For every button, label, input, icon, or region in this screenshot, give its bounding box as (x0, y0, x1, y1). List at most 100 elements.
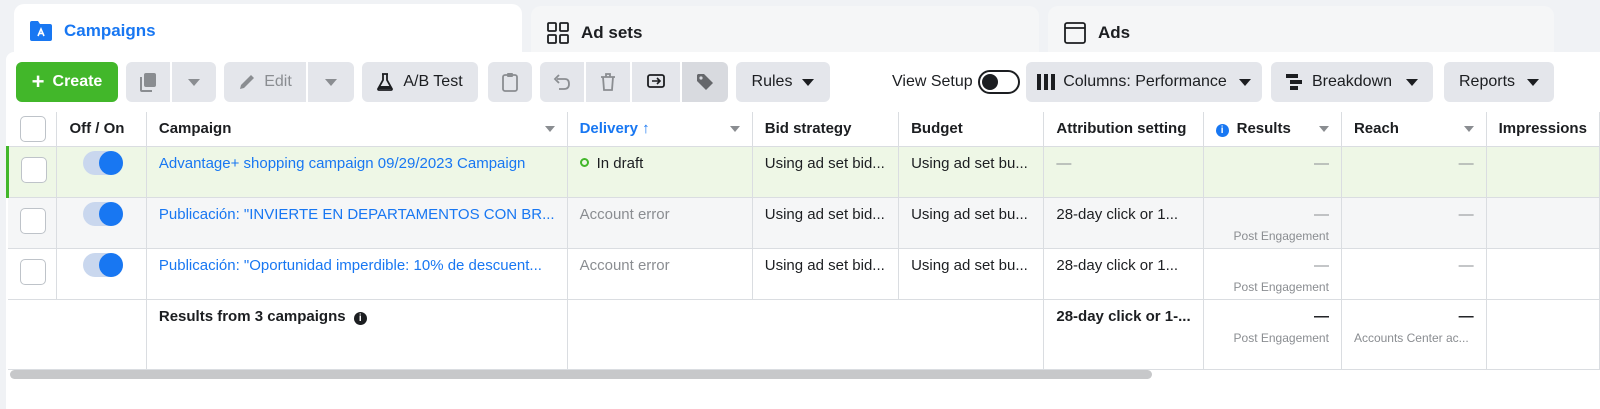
tab-label: Ads (1098, 23, 1131, 42)
header-results[interactable]: i Results (1203, 112, 1342, 147)
chevron-down-icon[interactable] (1463, 126, 1474, 132)
results-sub: Post Engagement (1233, 280, 1329, 294)
grid-icon (545, 20, 571, 46)
summary-label: Results from 3 campaigns (158, 308, 346, 325)
row-checkbox[interactable] (21, 157, 47, 183)
row-checkbox[interactable] (19, 259, 46, 285)
info-icon: i (353, 312, 367, 325)
reach-cell: — (1341, 197, 1487, 249)
horizontal-scrollbar[interactable] (10, 370, 1152, 379)
columns-button[interactable]: Columns: Performance (1026, 62, 1262, 102)
view-setup-label: View Setup (892, 73, 973, 90)
delete-button[interactable] (586, 62, 630, 102)
delivery-cell: In draft (567, 146, 753, 198)
chevron-down-icon[interactable] (1318, 126, 1329, 132)
pencil-icon (240, 75, 255, 89)
chevron-down-icon[interactable] (544, 126, 555, 132)
attribution-cell: 28-day click or 1... (1043, 248, 1204, 300)
summary-reach-sub: Accounts Center ac... (1353, 331, 1469, 345)
campaigns-table: Off / On Campaign Delivery ↑ Bid strateg… (5, 112, 1600, 370)
row-select-cell (7, 197, 58, 249)
impressions-cell (1486, 248, 1600, 300)
attribution-cell: 28-day click or 1... (1043, 197, 1204, 249)
tag-button[interactable] (682, 62, 728, 102)
view-setup-toggle[interactable] (978, 70, 1020, 94)
summary-empty-cell (7, 299, 57, 370)
columns-icon (1037, 74, 1056, 90)
summary-row: Results from 3 campaigns i 28-day click … (7, 299, 1600, 370)
preview-swap-icon (647, 74, 665, 88)
rules-button[interactable]: Rules (736, 62, 830, 102)
bid-strategy-cell: Using ad set bid... (752, 248, 900, 300)
reports-label: Reports (1458, 73, 1516, 90)
results-value: — (1313, 257, 1329, 274)
tab-campaigns[interactable]: Campaigns (14, 4, 522, 58)
campaigns-panel: + Create Edit A/B Test Rules View Setup … (5, 52, 1600, 409)
flask-icon (377, 73, 394, 91)
duplicate-dropdown-button[interactable] (172, 62, 216, 102)
create-label: Create (52, 73, 103, 90)
header-attribution[interactable]: Attribution setting (1043, 112, 1204, 147)
row-toggle-cell (56, 197, 147, 249)
header-off-on[interactable]: Off / On (56, 112, 147, 147)
campaign-name-link[interactable]: Advantage+ shopping campaign 09/29/2023 … (146, 146, 568, 198)
table-row[interactable]: Publicación: "Oportunidad imperdible: 10… (7, 248, 1600, 300)
delivery-status: Account error (567, 197, 753, 249)
preview-button[interactable] (632, 62, 680, 102)
reach-cell: — (1341, 146, 1487, 198)
summary-reach-cell: — Accounts Center ac... (1341, 299, 1487, 370)
header-label: Results (1236, 120, 1291, 137)
campaign-name-link[interactable]: Publicación: "Oportunidad imperdible: 10… (146, 248, 568, 300)
summary-results-value: — (1313, 308, 1329, 325)
edit-button[interactable]: Edit (224, 62, 306, 102)
header-campaign[interactable]: Campaign (146, 112, 568, 147)
undo-button[interactable] (540, 62, 584, 102)
header-delivery[interactable]: Delivery ↑ (567, 112, 753, 147)
duplicate-button[interactable] (126, 62, 170, 102)
table-row[interactable]: Advantage+ shopping campaign 09/29/2023 … (5, 146, 1600, 198)
columns-label: Columns: Performance (1063, 73, 1227, 90)
tab-label: Ad sets (581, 23, 643, 42)
breakdown-button[interactable]: Breakdown (1271, 62, 1433, 102)
impressions-cell (1486, 197, 1600, 249)
campaign-toggle[interactable] (83, 253, 124, 277)
row-select-cell (5, 146, 58, 198)
clipboard-button[interactable] (488, 62, 532, 102)
table-row[interactable]: Publicación: "INVIERTE EN DEPARTAMENTOS … (7, 197, 1600, 249)
campaign-name-link[interactable]: Publicación: "INVIERTE EN DEPARTAMENTOS … (146, 197, 568, 249)
select-all-checkbox[interactable] (19, 116, 46, 142)
reports-button[interactable]: Reports (1444, 62, 1554, 102)
create-button[interactable]: + Create (16, 62, 118, 102)
chevron-down-icon (325, 78, 337, 86)
header-reach[interactable]: Reach (1341, 112, 1487, 147)
campaign-toggle[interactable] (83, 151, 124, 175)
edit-dropdown-button[interactable] (308, 62, 354, 102)
header-label: Campaign (158, 120, 232, 137)
header-budget[interactable]: Budget (898, 112, 1045, 147)
info-icon: i (1215, 124, 1229, 137)
folder-icon (28, 18, 54, 44)
chevron-down-icon (1527, 78, 1540, 86)
toolbar: + Create Edit A/B Test Rules View Setup … (16, 62, 1600, 102)
chevron-down-icon[interactable] (729, 126, 740, 132)
results-cell: — Post Engagement (1203, 248, 1342, 300)
chevron-down-icon (1406, 78, 1419, 86)
breakdown-label: Breakdown (1311, 73, 1393, 90)
campaign-toggle[interactable] (83, 202, 124, 226)
header-bid-strategy[interactable]: Bid strategy (752, 112, 900, 147)
reach-cell: — (1341, 248, 1487, 300)
row-checkbox[interactable] (19, 208, 46, 234)
chevron-down-icon (802, 78, 815, 86)
duplicate-icon (140, 73, 156, 92)
bid-strategy-cell: Using ad set bid... (752, 146, 900, 198)
undo-icon (553, 74, 570, 90)
tag-icon (697, 74, 713, 90)
results-value: — (1313, 155, 1329, 172)
header-impressions[interactable]: Impressions (1486, 112, 1600, 147)
delivery-status: Account error (567, 248, 753, 300)
summary-empty-cell (567, 299, 1045, 370)
ab-test-button[interactable]: A/B Test (362, 62, 478, 102)
results-cell: — Post Engagement (1203, 197, 1342, 249)
results-cell: — (1203, 146, 1342, 198)
budget-cell: Using ad set bu... (898, 197, 1045, 249)
